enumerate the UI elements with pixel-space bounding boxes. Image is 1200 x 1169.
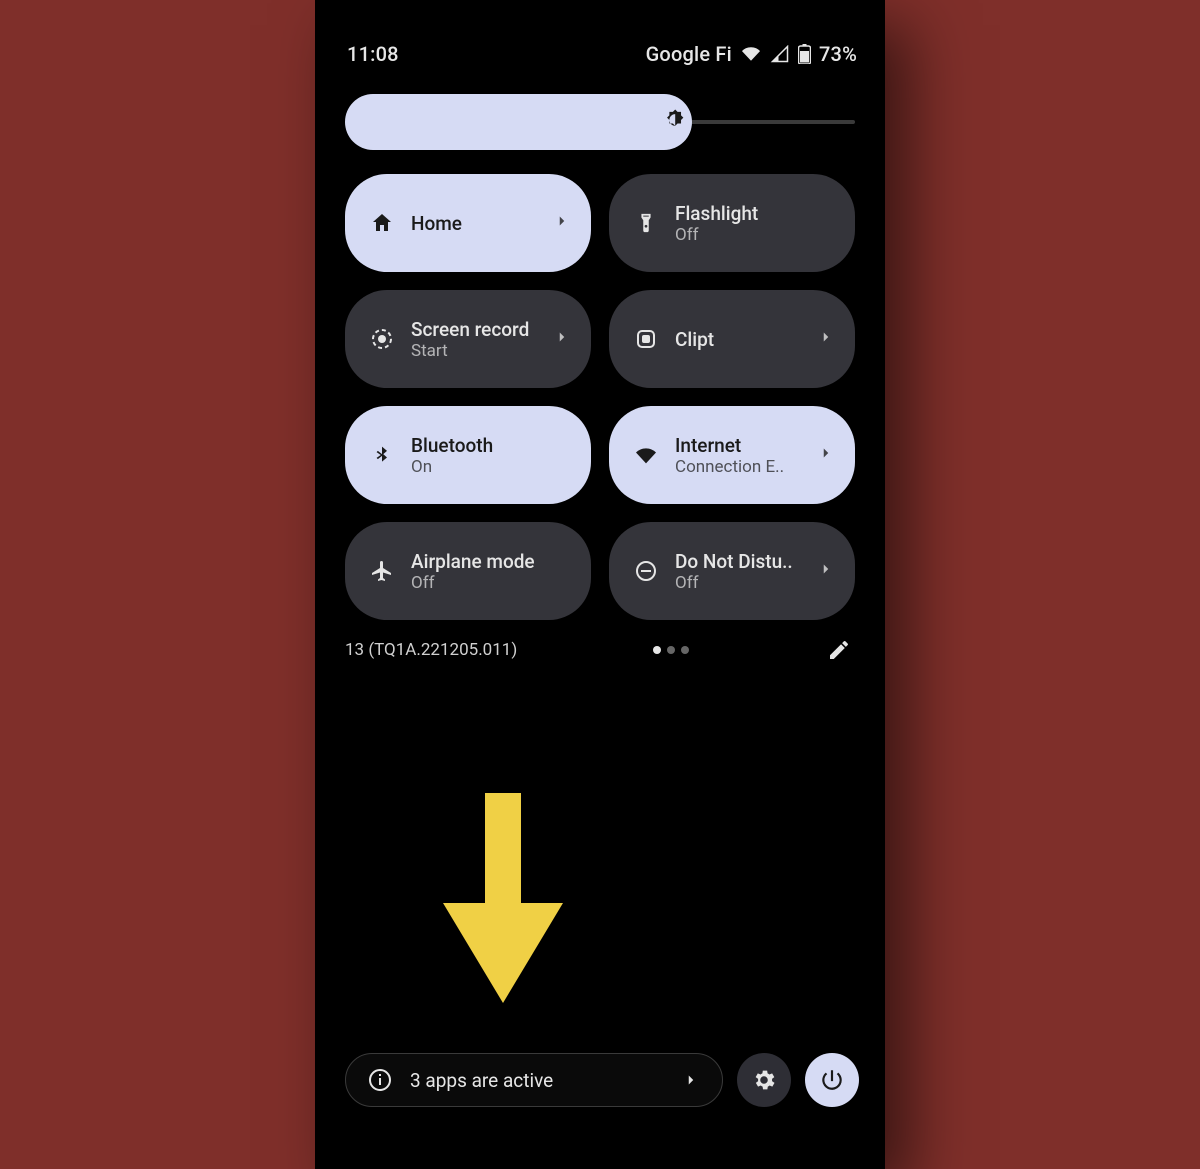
- home-icon: [369, 211, 395, 235]
- tile-sub: On: [411, 457, 571, 477]
- chevron-right-icon: [817, 560, 835, 582]
- tile-label: Home: [411, 212, 537, 235]
- status-right: Google Fi 73%: [646, 42, 857, 66]
- status-bar: 11:08 Google Fi 73%: [315, 28, 885, 80]
- qs-footer: 13 (TQ1A.221205.011): [315, 620, 885, 662]
- settings-button[interactable]: [737, 1053, 791, 1107]
- tile-sub: Start: [411, 341, 537, 361]
- tile-label: Internet: [675, 434, 801, 457]
- clipt-icon: [633, 327, 659, 351]
- brightness-slider[interactable]: [315, 80, 885, 160]
- dnd-icon: [633, 559, 659, 583]
- tile-dnd[interactable]: Do Not Distu.. Off: [609, 522, 855, 620]
- active-apps-pill[interactable]: 3 apps are active: [345, 1053, 723, 1107]
- tile-flashlight[interactable]: Flashlight Off: [609, 174, 855, 272]
- edit-button[interactable]: [825, 638, 853, 662]
- tile-bluetooth[interactable]: Bluetooth On: [345, 406, 591, 504]
- tile-label: Flashlight: [675, 202, 835, 225]
- tile-sub: Connection E..: [675, 457, 801, 477]
- bluetooth-icon: [369, 442, 395, 468]
- tile-label: Airplane mode: [411, 550, 571, 573]
- tile-internet[interactable]: Internet Connection E..: [609, 406, 855, 504]
- bottom-bar: 3 apps are active: [315, 1053, 885, 1107]
- annotation-arrow-icon: [433, 793, 573, 1017]
- tile-label: Clipt: [675, 328, 801, 351]
- power-icon: [819, 1067, 845, 1093]
- airplane-icon: [369, 559, 395, 583]
- chevron-right-icon: [682, 1071, 700, 1089]
- status-carrier: Google Fi: [646, 42, 732, 66]
- wifi-icon: [740, 45, 762, 63]
- wifi-solid-icon: [633, 445, 659, 465]
- tile-label: Bluetooth: [411, 434, 571, 457]
- record-icon: [369, 327, 395, 351]
- info-icon: [368, 1068, 392, 1092]
- tile-sub: Off: [411, 573, 571, 593]
- tile-clipt[interactable]: Clipt: [609, 290, 855, 388]
- chevron-right-icon: [553, 212, 571, 234]
- power-button[interactable]: [805, 1053, 859, 1107]
- qs-tiles: Home Flashlight Off Screen record Start: [315, 160, 885, 620]
- gear-icon: [751, 1067, 777, 1093]
- tile-sub: Off: [675, 225, 835, 245]
- signal-icon: [770, 45, 790, 63]
- chevron-right-icon: [553, 328, 571, 350]
- chevron-right-icon: [817, 444, 835, 466]
- phone-frame: 11:08 Google Fi 73% Home: [315, 0, 885, 1169]
- flashlight-icon: [633, 211, 659, 235]
- tile-label: Screen record: [411, 318, 537, 341]
- chevron-right-icon: [817, 328, 835, 350]
- tile-label: Do Not Distu..: [675, 550, 801, 573]
- status-time: 11:08: [347, 42, 399, 66]
- build-label: 13 (TQ1A.221205.011): [345, 640, 517, 660]
- active-apps-label: 3 apps are active: [410, 1069, 664, 1092]
- tile-home[interactable]: Home: [345, 174, 591, 272]
- status-battery: 73%: [819, 42, 857, 66]
- brightness-icon: [661, 106, 689, 138]
- tile-sub: Off: [675, 573, 801, 593]
- tile-screen-record[interactable]: Screen record Start: [345, 290, 591, 388]
- page-dots[interactable]: [517, 646, 825, 654]
- battery-icon: [798, 44, 811, 64]
- tile-airplane[interactable]: Airplane mode Off: [345, 522, 591, 620]
